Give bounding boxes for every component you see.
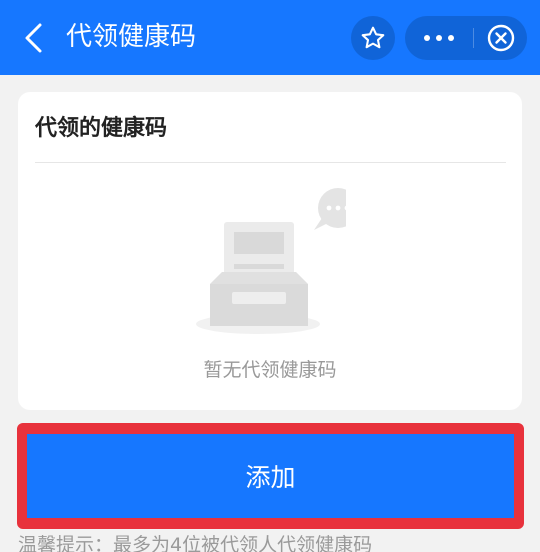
back-button[interactable] xyxy=(14,18,54,58)
page-title: 代领健康码 xyxy=(66,22,197,52)
more-button[interactable] xyxy=(405,16,473,60)
card-title: 代领的健康码 xyxy=(35,116,168,141)
close-circle-icon xyxy=(487,24,514,52)
app-header: 代领健康码 xyxy=(0,0,540,75)
card-divider xyxy=(35,162,506,163)
empty-state-text: 暂无代领健康码 xyxy=(203,359,337,381)
star-icon xyxy=(361,26,385,49)
close-button[interactable] xyxy=(474,16,527,60)
add-button-highlight: 添加 xyxy=(17,423,524,529)
favorite-button[interactable] xyxy=(351,16,395,60)
empty-inbox-icon xyxy=(196,188,346,334)
mini-program-capsule xyxy=(405,16,527,60)
add-button[interactable]: 添加 xyxy=(27,434,514,518)
tip-text: 温馨提示：最多为4位被代领人代领健康码 xyxy=(18,534,373,552)
ellipsis-icon xyxy=(424,35,454,41)
proxy-health-code-card: 代领的健康码 暂无代领健康码 xyxy=(18,92,522,410)
chevron-left-icon xyxy=(25,23,42,53)
